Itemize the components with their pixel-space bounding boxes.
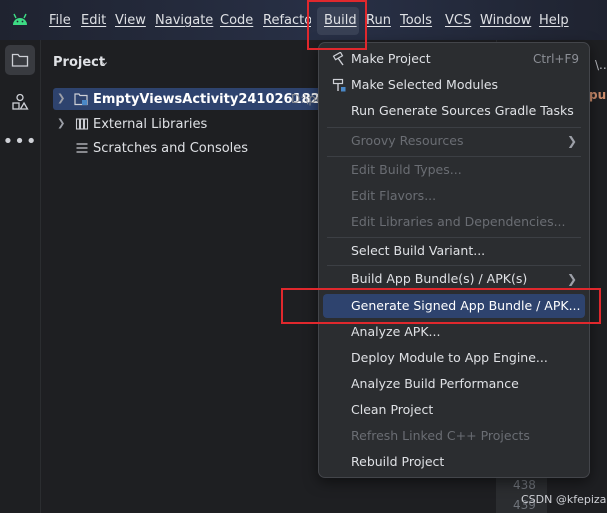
menu-item-label: Rebuild Project — [351, 454, 445, 469]
menu-separator — [327, 127, 581, 128]
menu-code[interactable]: Code — [220, 12, 253, 29]
menu-item-label: Clean Project — [351, 402, 434, 417]
menu-tools[interactable]: Tools — [400, 12, 432, 29]
menu-item-label: Make Selected Modules — [351, 77, 499, 92]
build-dropdown-menu: Make Project Ctrl+F9 Make Selected Modul… — [318, 42, 590, 478]
menu-item-clean-project[interactable]: Clean Project — [323, 398, 585, 422]
menu-item-analyze-build-performance[interactable]: Analyze Build Performance — [323, 372, 585, 396]
menu-item-make-selected-modules[interactable]: Make Selected Modules — [323, 73, 585, 97]
generate-signed-annotation-box — [281, 288, 601, 324]
menu-item-label: Edit Libraries and Dependencies... — [351, 214, 566, 229]
project-panel-title[interactable]: Project — [53, 55, 105, 70]
menu-item-edit-flavors: Edit Flavors... — [323, 184, 585, 208]
menu-item-label: Analyze Build Performance — [351, 376, 519, 391]
menu-item-label: Refresh Linked C++ Projects — [351, 428, 530, 443]
menu-item-label: Edit Build Types... — [351, 162, 462, 177]
menu-refactor[interactable]: Refactor — [263, 12, 311, 29]
submenu-arrow-icon: ❯ — [566, 134, 577, 148]
structure-icon — [12, 93, 29, 110]
hammer-icon — [332, 52, 344, 66]
library-icon — [75, 118, 89, 130]
menu-item-deploy-app-engine[interactable]: Deploy Module to App Engine... — [323, 346, 585, 370]
menu-view[interactable]: View — [115, 12, 146, 29]
menu-run[interactable]: Run — [366, 12, 391, 29]
expand-arrow-icon[interactable]: ❯ — [57, 118, 65, 129]
menu-item-label: Edit Flavors... — [351, 188, 437, 203]
menu-item-run-generate-sources[interactable]: Run Generate Sources Gradle Tasks — [323, 99, 585, 123]
folder-icon — [11, 53, 29, 67]
build-menu-annotation-box — [307, 0, 367, 50]
menu-item-edit-build-types: Edit Build Types... — [323, 158, 585, 182]
menu-item-label: Make Project — [351, 51, 431, 66]
title-bar: File Edit View Navigate Code Refactor Bu… — [0, 0, 607, 40]
project-tool-button[interactable] — [5, 45, 35, 75]
line-number: 438 — [513, 478, 536, 492]
module-folder-icon — [74, 93, 88, 106]
menu-separator — [327, 156, 581, 157]
shortcut-text: Ctrl+F9 — [533, 52, 579, 66]
scratches-icon — [76, 143, 88, 153]
tree-item-scratches[interactable]: Scratches and Consoles — [93, 140, 248, 157]
menu-item-make-project[interactable]: Make Project Ctrl+F9 — [323, 47, 585, 71]
menu-file[interactable]: File — [49, 12, 71, 29]
more-icon: ••• — [2, 130, 38, 152]
chevron-down-icon[interactable]: ⌄ — [100, 55, 109, 68]
menu-window[interactable]: Window — [480, 12, 531, 29]
menu-item-label: Groovy Resources — [351, 133, 464, 148]
menu-item-groovy-resources: Groovy Resources ❯ — [323, 129, 585, 153]
watermark: CSDN @kfepiza — [521, 493, 607, 506]
editor-text: \... — [595, 58, 607, 72]
menu-help[interactable]: Help — [539, 12, 569, 29]
more-tools-button[interactable]: ••• — [2, 126, 38, 156]
android-logo-icon — [13, 13, 27, 25]
module-hammer-icon — [332, 78, 346, 92]
tree-item-external-libraries[interactable]: External Libraries — [93, 116, 207, 133]
menu-item-label: Run Generate Sources Gradle Tasks — [351, 103, 574, 118]
menu-item-label: Deploy Module to App Engine... — [351, 350, 548, 365]
menu-item-select-build-variant[interactable]: Select Build Variant... — [323, 239, 585, 263]
menu-vcs[interactable]: VCS — [445, 12, 471, 29]
tool-window-strip: ••• — [0, 40, 41, 513]
menu-item-refresh-cpp-projects: Refresh Linked C++ Projects — [323, 424, 585, 448]
menu-item-edit-libraries: Edit Libraries and Dependencies... — [323, 210, 585, 234]
menu-item-label: Select Build Variant... — [351, 243, 486, 258]
editor-keyword: pu — [589, 88, 607, 102]
expand-arrow-icon[interactable]: ❯ — [57, 93, 65, 104]
menu-separator — [327, 237, 581, 238]
menu-item-rebuild-project[interactable]: Rebuild Project — [323, 450, 585, 474]
structure-tool-button[interactable] — [5, 87, 35, 117]
menu-edit[interactable]: Edit — [81, 12, 106, 29]
menu-separator — [327, 265, 581, 266]
menu-navigate[interactable]: Navigate — [155, 12, 213, 29]
